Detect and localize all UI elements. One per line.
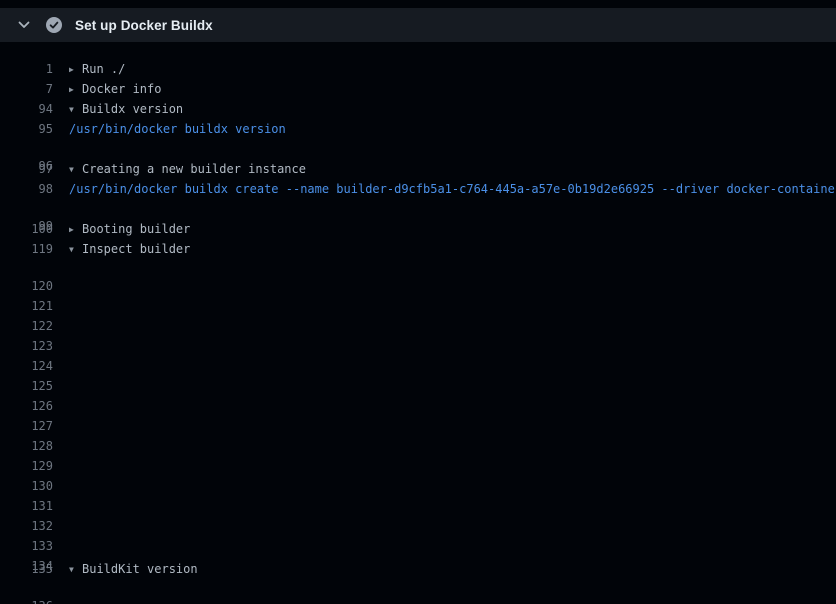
line-number[interactable]: 7: [0, 79, 53, 99]
line-number[interactable]: 135: [0, 559, 53, 579]
log-line: 96github.com/docker/buildx 0.10.3+azure-…: [0, 139, 836, 159]
log-text: {: [69, 316, 120, 319]
log-group-line[interactable]: 1 ▶Run ./: [0, 59, 836, 79]
line-number[interactable]: 97: [0, 159, 53, 179]
log-text: "buildkit": "v0.11.3",: [69, 416, 286, 419]
line-number[interactable]: 129: [0, 456, 53, 459]
log-line: 130 ],: [0, 459, 836, 479]
log-line: 131 "name": "builder-d9cfb5a1-c764-445a-…: [0, 479, 836, 499]
log-text: ],: [69, 476, 113, 479]
log-line: 99builder-d9cfb5a1-c764-445a-a57e-0b19d2…: [0, 199, 836, 219]
line-number[interactable]: 1: [0, 59, 53, 79]
triangle-expanded-icon[interactable]: ▼: [69, 560, 82, 579]
log-line: 124 "endpoint": "unix:///var/run/docker.…: [0, 339, 836, 359]
log-text: "driver": "docker-container",: [69, 516, 308, 519]
log-text: "status": "running",: [69, 376, 272, 379]
log-output: 1▶Run ./7▶Docker info94▼Buildx version95…: [0, 42, 836, 599]
log-text: {: [69, 276, 91, 279]
log-line: 129 }: [0, 439, 836, 459]
line-number[interactable]: 123: [0, 336, 53, 339]
line-number[interactable]: 122: [0, 316, 53, 319]
log-line: 134}: [0, 539, 836, 559]
log-line: 128 "platforms": "linux/amd64,linux/amd6…: [0, 419, 836, 439]
line-number[interactable]: 127: [0, 416, 53, 419]
log-group-line[interactable]: 94 ▼Buildx version: [0, 99, 836, 119]
log-line: 98/usr/bin/docker buildx create --name b…: [0, 179, 836, 199]
group-title: Inspect builder: [82, 242, 190, 256]
triangle-expanded-icon[interactable]: ▼: [69, 240, 82, 259]
line-number[interactable]: 98: [0, 179, 53, 199]
group-title: Buildx version: [82, 102, 183, 116]
log-group-line[interactable]: 100 ▶Booting builder: [0, 219, 836, 239]
group-title: Docker info: [82, 82, 161, 96]
log-text: "name": "builder-d9cfb5a1-c764-445a-a57e…: [69, 496, 496, 499]
log-line: 132 "driver": "docker-container",: [0, 499, 836, 519]
line-number[interactable]: 131: [0, 496, 53, 499]
log-line: 136 builder-d9cfb5a1-c764-445a-a57e-0b19d…: [0, 579, 836, 599]
line-number[interactable]: 94: [0, 99, 53, 119]
log-group-line[interactable]: 97 ▼Creating a new builder instance: [0, 159, 836, 179]
check-circle-icon: [46, 17, 62, 33]
triangle-expanded-icon[interactable]: ▼: [69, 160, 82, 179]
line-number[interactable]: 128: [0, 436, 53, 439]
line-number[interactable]: 100: [0, 219, 53, 239]
log-line: 133 "lastActivity": "2023-02-25T11:58:12…: [0, 519, 836, 539]
log-group-line[interactable]: 7 ▶Docker info: [0, 79, 836, 99]
group-title: BuildKit version: [82, 562, 198, 576]
line-number[interactable]: 120: [0, 276, 53, 279]
log-line: 121 "nodes": [: [0, 279, 836, 299]
log-text: "nodes": [: [69, 296, 171, 299]
log-group-line[interactable]: 135 ▼BuildKit version: [0, 559, 836, 579]
triangle-collapsed-icon[interactable]: ▶: [69, 220, 82, 239]
triangle-collapsed-icon[interactable]: ▶: [69, 80, 82, 99]
log-text: }: [69, 456, 120, 459]
line-number[interactable]: 119: [0, 239, 53, 259]
log-line: 95/usr/bin/docker buildx version: [0, 119, 836, 139]
actions-log-viewer: Set up Docker Buildx 1▶Run ./7▶Docker in…: [0, 0, 836, 604]
triangle-collapsed-icon[interactable]: ▶: [69, 60, 82, 79]
log-line: 126 "buildkitd-flags": "--allow-insecure…: [0, 379, 836, 399]
group-title: Booting builder: [82, 222, 190, 236]
log-text: builder-d9cfb5a1-c764-445a-a57e-0b19d2e6…: [69, 596, 474, 599]
log-line: 123 "name": "builder-d9cfb5a1-c764-445a-…: [0, 319, 836, 339]
group-title: Creating a new builder instance: [82, 162, 306, 176]
line-number[interactable]: 133: [0, 536, 53, 539]
triangle-expanded-icon[interactable]: ▼: [69, 100, 82, 119]
line-number[interactable]: 125: [0, 376, 53, 379]
log-text: "name": "builder-d9cfb5a1-c764-445a-a57e…: [69, 336, 532, 339]
command-text: /usr/bin/docker buildx version: [69, 119, 286, 139]
line-number[interactable]: 95: [0, 119, 53, 139]
log-line: 122 {: [0, 299, 836, 319]
line-number[interactable]: 126: [0, 396, 53, 399]
line-number[interactable]: 136: [0, 596, 53, 599]
log-line: 125 "status": "running",: [0, 359, 836, 379]
group-title: Run ./: [82, 62, 125, 76]
step-title: Set up Docker Buildx: [75, 18, 213, 33]
log-line: 127 "buildkit": "v0.11.3",: [0, 399, 836, 419]
log-text: "endpoint": "unix:///var/run/docker.sock…: [69, 356, 431, 359]
line-number[interactable]: 130: [0, 476, 53, 479]
line-number[interactable]: 121: [0, 296, 53, 299]
command-text: /usr/bin/docker buildx create --name bui…: [69, 179, 836, 199]
log-text: "lastActivity": "2023-02-25T11:58:12.000…: [69, 536, 402, 539]
log-text: "buildkitd-flags": "--allow-insecure-ent…: [69, 396, 836, 399]
log-group-line[interactable]: 119 ▼Inspect builder: [0, 239, 836, 259]
step-header[interactable]: Set up Docker Buildx: [0, 8, 836, 42]
line-number[interactable]: 124: [0, 356, 53, 359]
log-line: 120 {: [0, 259, 836, 279]
chevron-down-icon[interactable]: [16, 17, 32, 33]
log-text: "platforms": "linux/amd64,linux/amd64/v2…: [69, 436, 713, 439]
line-number[interactable]: 132: [0, 516, 53, 519]
